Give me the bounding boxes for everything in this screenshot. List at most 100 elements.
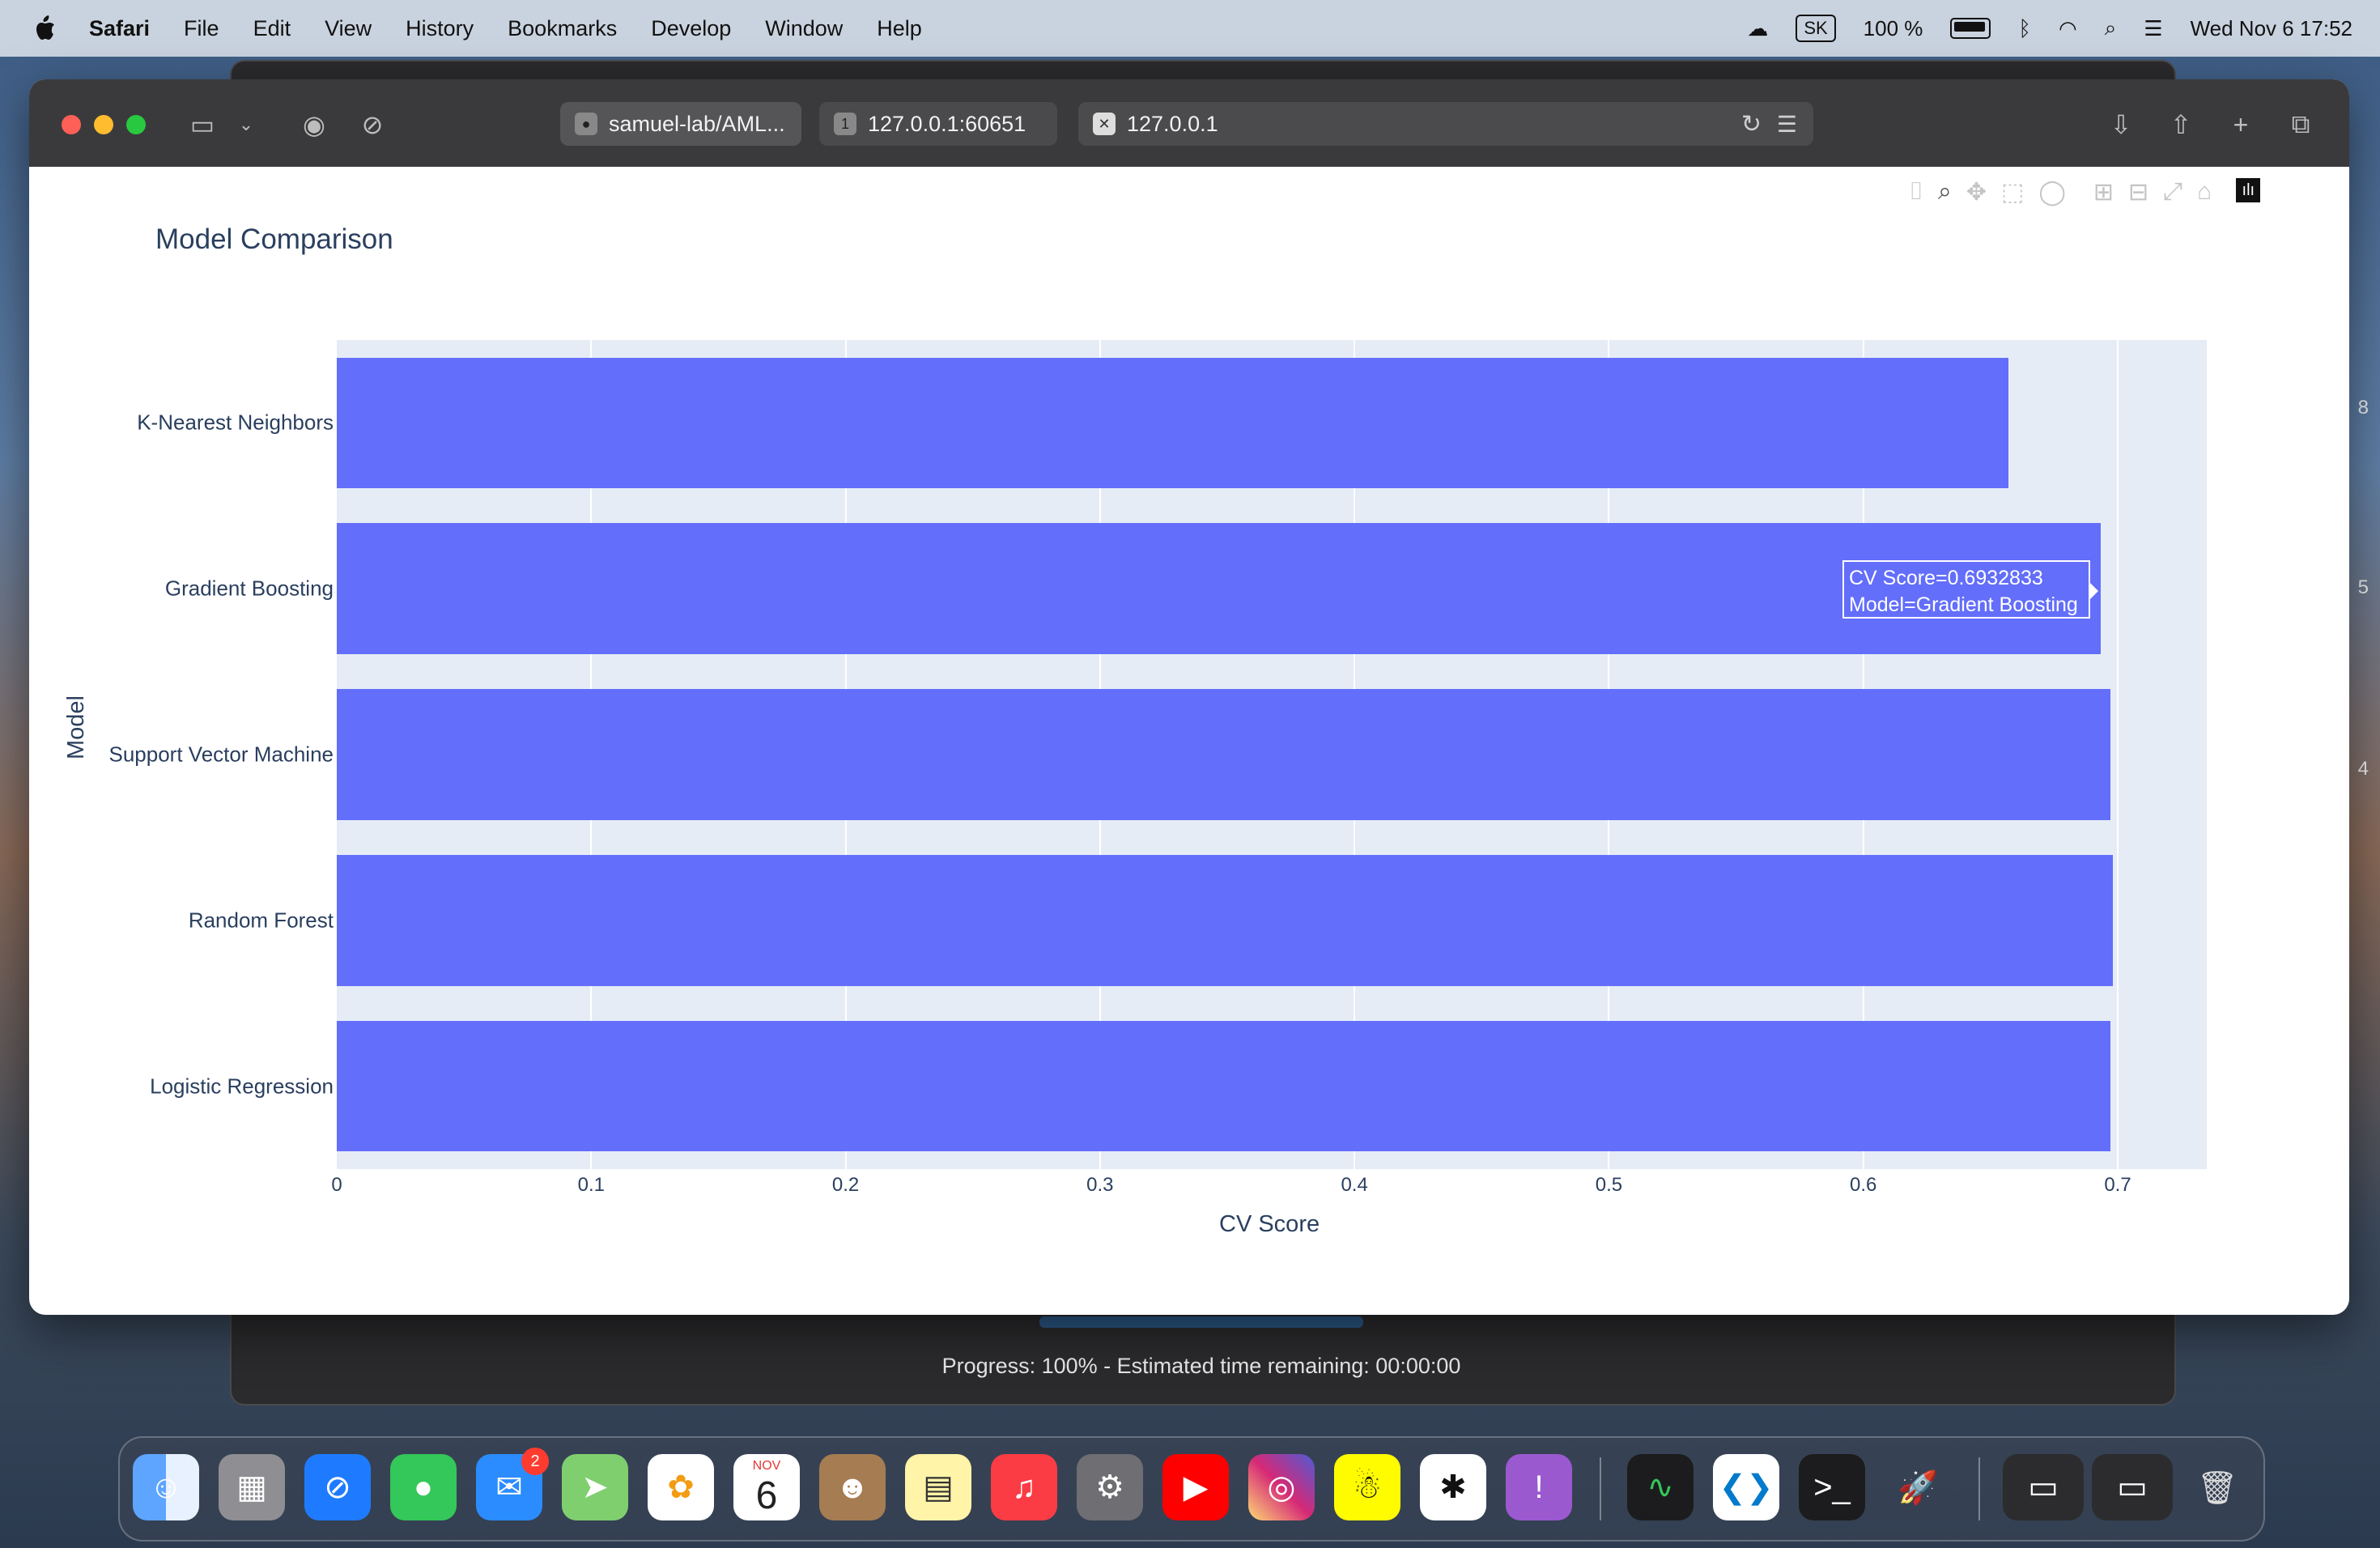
y-tick-label: Logistic Regression [150,1074,334,1099]
maps-icon[interactable]: ➤ [562,1454,628,1520]
minimized-window-icon[interactable]: ▭ [2003,1454,2084,1520]
hover-line-score: CV Score=0.6932833 [1849,567,2043,589]
reload-icon[interactable]: ↻ [1741,110,1762,138]
downloads-icon[interactable]: ⇩ [2103,107,2139,142]
battery-icon[interactable] [1950,18,1991,39]
snapchat-icon[interactable]: ☃ [1334,1454,1400,1520]
y-tick-label: Gradient Boosting [164,576,334,601]
notes-icon[interactable]: ▤ [905,1454,971,1520]
zoom-window-button[interactable] [126,115,146,134]
bar-k-nearest-neighbors[interactable] [337,357,2008,489]
privacy-report-icon[interactable]: ◉ [296,107,332,142]
box-select-icon[interactable]: ⬚ [2001,178,2024,211]
sidebar-toggle-icon[interactable]: ▭ [185,107,220,142]
spotlight-search-icon[interactable]: ⌕ [2105,15,2117,41]
autoscale-icon[interactable]: ⤢ [2163,178,2182,211]
hover-tooltip: CV Score=0.6932833 Model=Gradient Boosti… [1842,560,2098,619]
bluetooth-icon[interactable]: ᛒ [2018,16,2031,41]
control-center-icon[interactable]: ☰ [2144,16,2162,41]
vscode-icon[interactable]: ❮❯ [1713,1454,1779,1520]
clock[interactable]: Wed Nov 6 17:52 [2191,16,2352,41]
y-tick-label: K-Nearest Neighbors [137,410,334,435]
progress-status-text: Progress: 100% - Estimated time remainin… [941,1354,1461,1378]
photos-icon[interactable]: ✿ [648,1454,714,1520]
menu-bookmarks[interactable]: Bookmarks [508,16,617,41]
camera-icon[interactable]: ⌷ [1909,178,1923,211]
x-tick-label: 0.3 [1086,1174,1114,1196]
tab-overview-icon[interactable]: ⧉ [2283,107,2318,142]
mail-icon[interactable]: ✉ 2 [476,1448,549,1520]
battery-percent: 100 % [1863,15,1923,40]
contacts-icon[interactable]: ☻ [819,1454,886,1520]
bar-gradient-boosting[interactable] [337,523,2101,655]
chevron-down-icon[interactable]: ⌄ [228,107,264,142]
mail-badge: 2 [521,1448,549,1475]
dock: ☺ ▦ ⊘ ● ✉ 2 ➤ ✿ NOV 6 ☻ ▤ ♫ ⚙ ▶ ◎ ☃ ✱ ! ∿… [118,1436,2265,1542]
activity-monitor-icon[interactable]: ∿ [1627,1454,1694,1520]
y-axis-title: Model [63,695,89,759]
github-icon: ● [575,113,597,135]
bar-random-forest[interactable] [337,854,2113,986]
music-icon[interactable]: ♫ [991,1454,1057,1520]
finder-icon[interactable]: ☺ [133,1454,199,1520]
menu-view[interactable]: View [325,16,372,41]
compass-icon[interactable]: ⊘ [355,107,390,142]
zoom-in-icon[interactable]: ⊞ [2093,178,2114,211]
menu-app-safari[interactable]: Safari [89,16,150,41]
rocket-icon[interactable]: 🚀 [1885,1454,1951,1520]
feedback-icon[interactable]: ! [1506,1454,1572,1520]
tooltip-arrow [2089,581,2098,601]
x-tick-label: 0.6 [1850,1174,1877,1196]
close-icon[interactable]: ✕ [1093,113,1116,135]
x-gridline [2117,340,2119,1169]
messages-icon[interactable]: ● [390,1454,457,1520]
menu-file[interactable]: File [184,16,219,41]
calendar-day: 6 [755,1474,778,1517]
x-tick-label: 0.2 [831,1174,860,1196]
menu-develop[interactable]: Develop [651,16,731,41]
tab-title: samuel-lab/AML... [609,111,785,136]
calendar-icon[interactable]: NOV 6 [733,1454,800,1520]
reader-icon[interactable]: ☰ [1777,111,1797,138]
plotly-logo-icon[interactable]: ılı [2236,178,2261,202]
keyboard-input-badge[interactable]: SK [1796,15,1836,42]
launchpad-icon[interactable]: ▦ [219,1454,285,1520]
menu-edit[interactable]: Edit [253,16,291,41]
side-number: 8 [2357,397,2369,419]
lasso-select-icon[interactable]: ◯ [2038,178,2066,211]
tab-localhost[interactable]: ✕ 127.0.0.1 ↻ ☰ [1078,102,1813,146]
y-tick-label: Random Forest [188,908,334,933]
menu-help[interactable]: Help [877,16,922,41]
youtube-icon[interactable]: ▶ [1162,1454,1229,1520]
tab-localhost-60651[interactable]: 1 127.0.0.1:60651 [819,102,1057,146]
minimize-window-button[interactable] [94,115,113,134]
x-axis-title: CV Score [1219,1211,1320,1237]
tab-github[interactable]: ● samuel-lab/AML... [560,102,801,146]
bar-support-vector-machine[interactable] [337,689,2110,820]
menu-history[interactable]: History [406,16,474,41]
instagram-icon[interactable]: ◎ [1248,1454,1315,1520]
home-icon[interactable]: ⌂ [2197,178,2212,211]
system-settings-icon[interactable]: ⚙ [1077,1454,1143,1520]
new-tab-icon[interactable]: + [2223,107,2259,142]
cloud-status-icon[interactable]: ☁ [1747,16,1768,41]
terminal-icon[interactable]: >_ [1799,1454,1865,1520]
menu-window[interactable]: Window [765,16,843,41]
tab-title: 127.0.0.1:60651 [868,111,1026,136]
bar-logistic-regression[interactable] [337,1020,2110,1152]
close-window-button[interactable] [62,115,81,134]
safari-icon[interactable]: ⊘ [304,1454,371,1520]
minimized-vscode-window-icon[interactable]: ▭ [2092,1454,2173,1520]
dock-separator [1978,1457,1980,1520]
share-icon[interactable]: ⇧ [2163,107,2199,142]
trash-icon[interactable]: 🗑 [2184,1454,2250,1520]
zoom-icon[interactable]: ⌕ [1938,178,1952,211]
plot-modebar: ⌷ ⌕ ✥ ⬚ ◯ ⊞ ⊟ ⤢ ⌂ ılı [1909,178,2261,211]
zoom-out-icon[interactable]: ⊟ [2128,178,2148,211]
pan-icon[interactable]: ✥ [1966,178,1987,211]
apple-icon[interactable] [32,15,57,42]
x-tick-label: 0.1 [577,1174,605,1196]
chatgpt-icon[interactable]: ✱ [1420,1454,1486,1520]
side-number: 5 [2357,576,2369,598]
wifi-icon[interactable]: ◠ [2059,16,2077,41]
